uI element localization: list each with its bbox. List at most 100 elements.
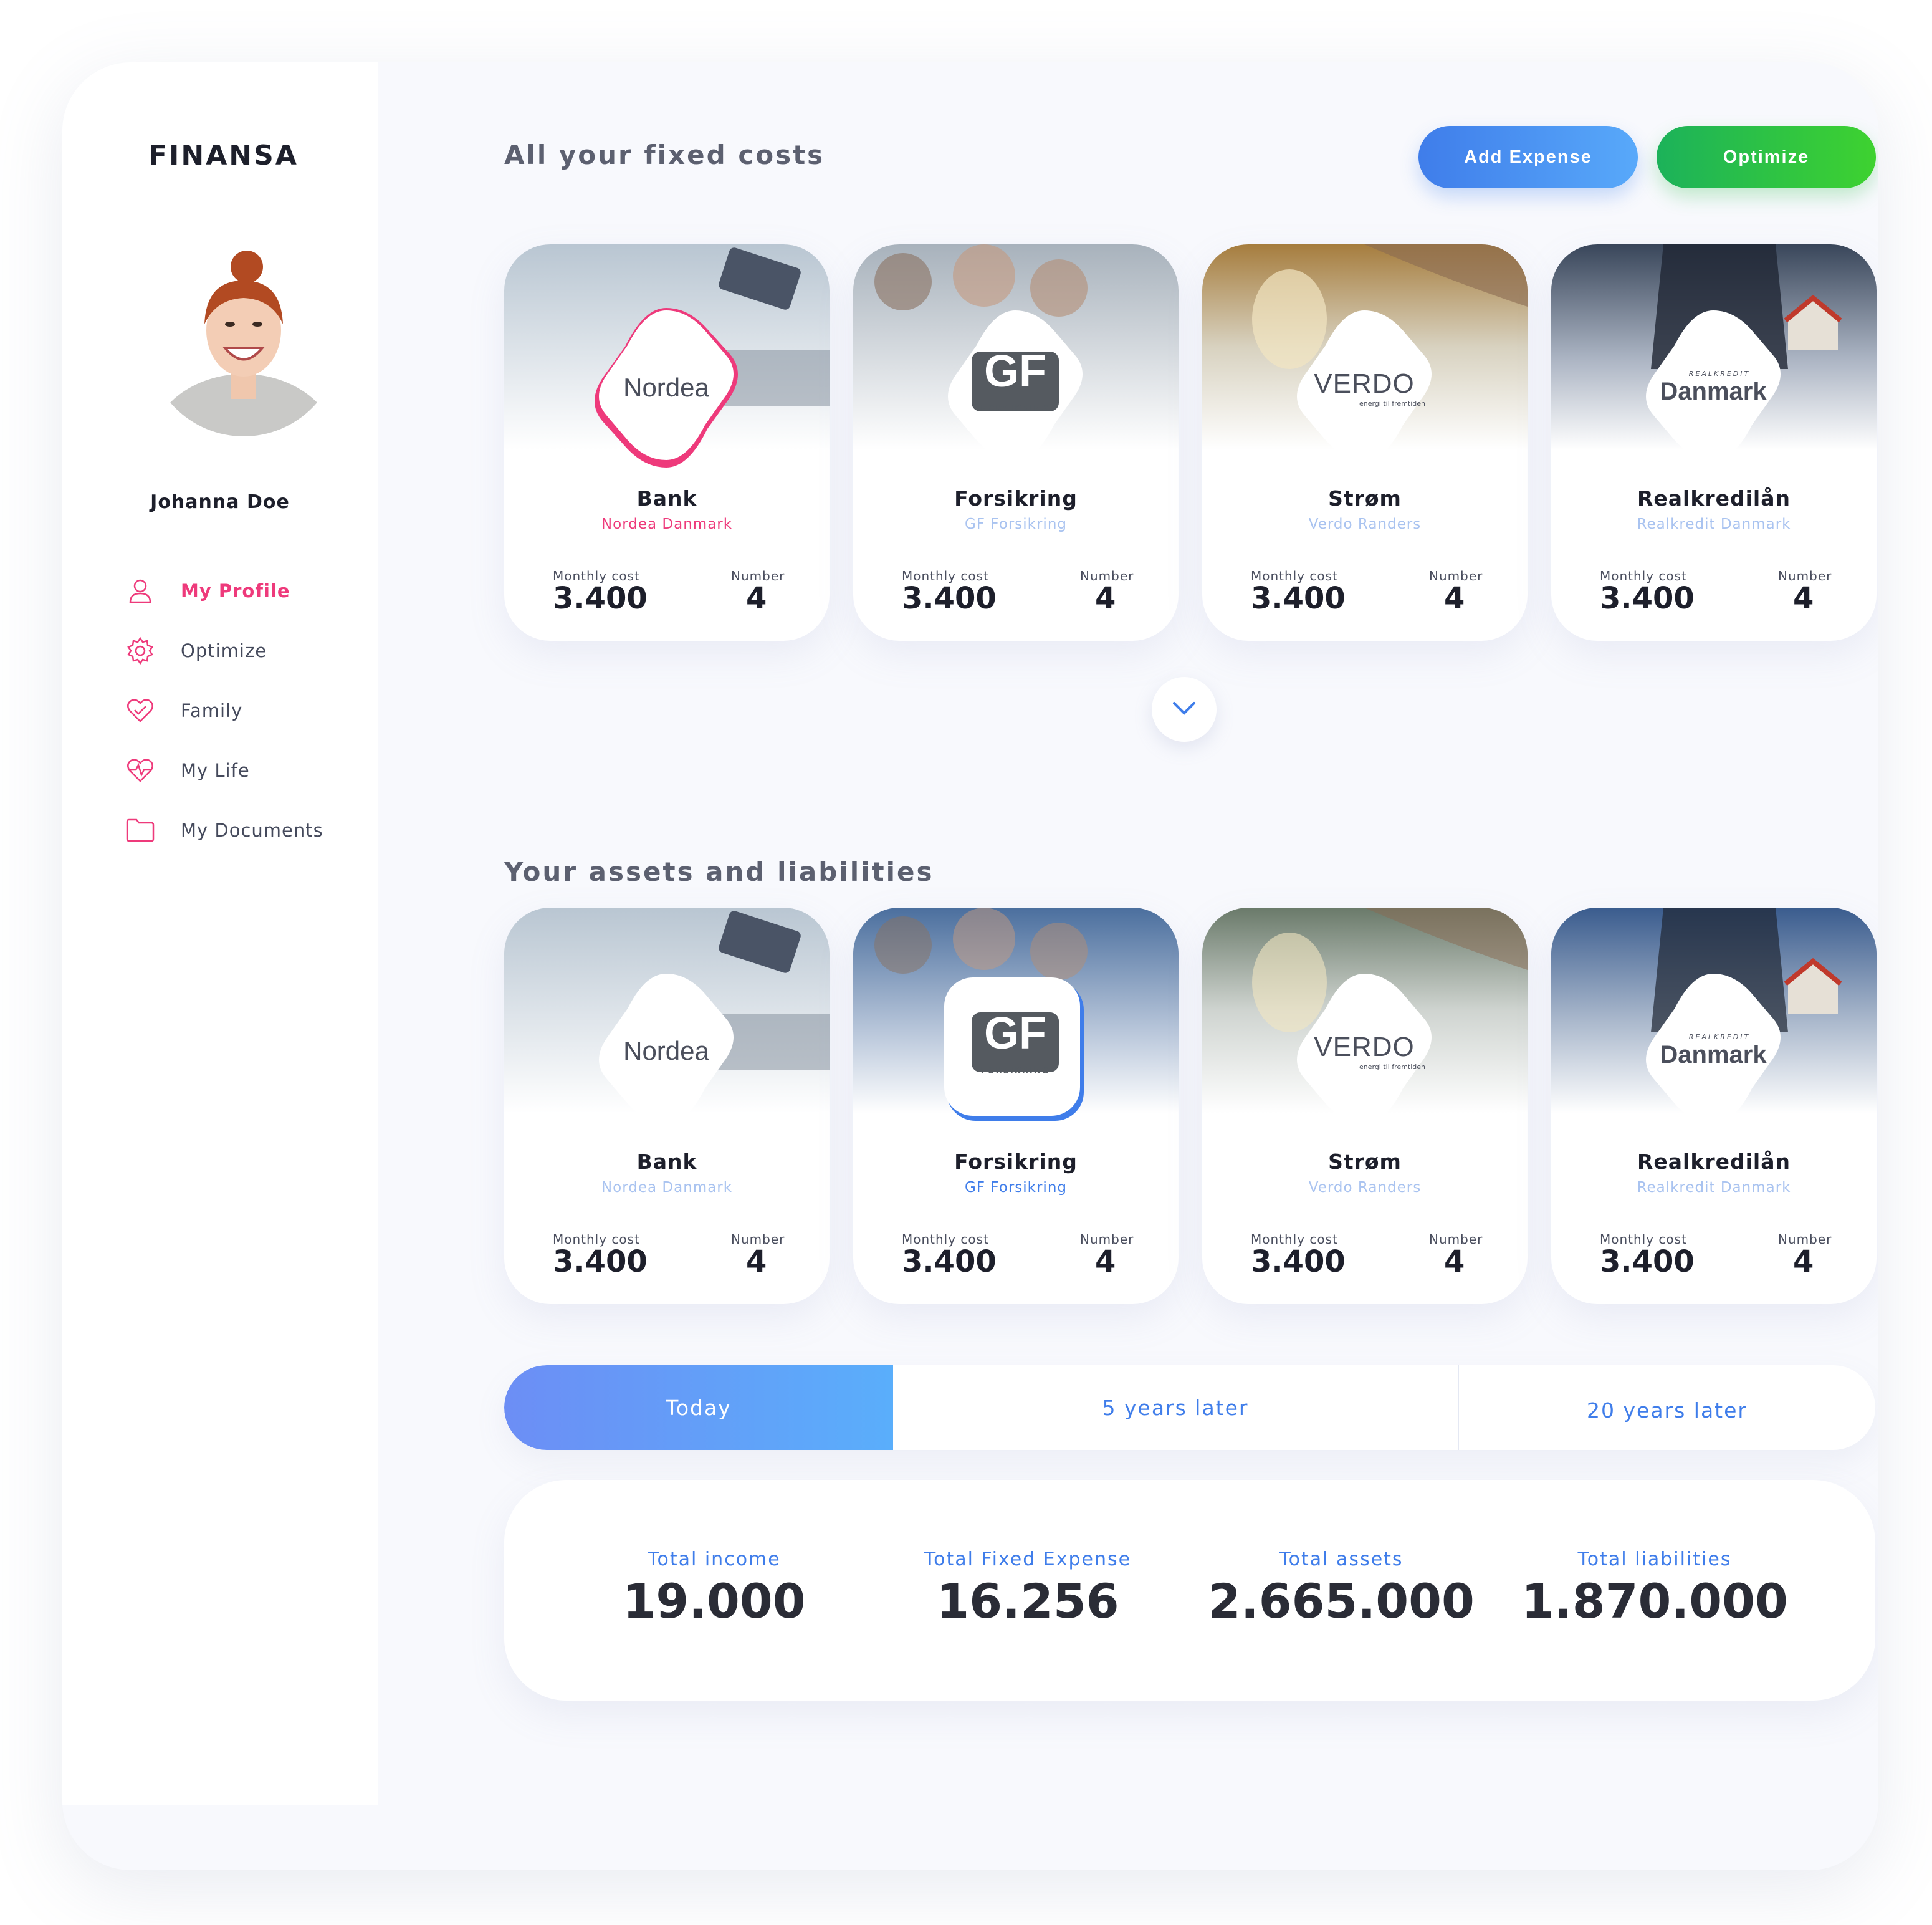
user-icon bbox=[125, 575, 156, 607]
tab-5-years-later[interactable]: 5 years later bbox=[893, 1365, 1458, 1450]
sidebar-item-my-documents[interactable]: My Documents bbox=[125, 800, 323, 860]
logo-subtext: REALKREDIT bbox=[1688, 370, 1751, 378]
sidebar-item-optimize[interactable]: Optimize bbox=[125, 621, 323, 681]
sidebar-item-label: My Life bbox=[181, 760, 250, 781]
card-title: Forsikring bbox=[954, 486, 1078, 511]
realkredit-logo: REALKREDIT Danmark bbox=[1630, 967, 1797, 1135]
card-title: Forsikring bbox=[954, 1150, 1078, 1174]
expand-button[interactable] bbox=[1152, 677, 1217, 742]
logo-wordmark: Nordea bbox=[623, 1036, 709, 1065]
sidebar-nav: My Profile Optimize Family My Life My Do… bbox=[125, 561, 323, 860]
monthly-cost-value: 3.400 bbox=[1600, 581, 1695, 616]
fixed-cost-card-bank[interactable]: Nordea Bank Nordea Danmark Monthly cost … bbox=[504, 244, 830, 641]
logo-wordmark: GF bbox=[984, 346, 1046, 396]
sidebar-item-label: Optimize bbox=[181, 640, 267, 661]
card-provider: Verdo Randers bbox=[1308, 516, 1422, 532]
nordea-logo: Nordea bbox=[583, 967, 750, 1135]
monthly-cost-value: 3.400 bbox=[1600, 1244, 1695, 1279]
monthly-cost-value: 3.400 bbox=[1251, 581, 1346, 616]
sidebar-item-family[interactable]: Family bbox=[125, 681, 323, 741]
gf-logo: GF FORSIKRING bbox=[932, 304, 1099, 471]
card-provider: Realkredit Danmark bbox=[1637, 516, 1791, 532]
app-logo[interactable]: FINANSA bbox=[148, 140, 299, 171]
card-title: Realkredilån bbox=[1637, 486, 1791, 511]
logo-wordmark: VERDO bbox=[1314, 368, 1415, 399]
total-label: Total assets bbox=[1279, 1548, 1404, 1570]
total-value: 2.665.000 bbox=[1208, 1573, 1475, 1629]
card-provider: Verdo Randers bbox=[1308, 1179, 1422, 1196]
logo-subtext: energi til fremtiden bbox=[1359, 1062, 1426, 1071]
card-title: Strøm bbox=[1328, 486, 1402, 511]
card-title: Strøm bbox=[1328, 1150, 1402, 1174]
realkredit-logo: REALKREDIT Danmark bbox=[1630, 304, 1797, 471]
user-name: Johanna Doe bbox=[150, 491, 290, 513]
fixed-cost-card-strom[interactable]: VERDO energi til fremtiden Strøm Verdo R… bbox=[1202, 244, 1528, 641]
number-value: 4 bbox=[746, 1244, 767, 1279]
sidebar-item-label: My Documents bbox=[181, 820, 323, 841]
app-window: FINANSA Johanna Doe My Profile Optimize … bbox=[62, 62, 1878, 1870]
total-value: 19.000 bbox=[623, 1573, 806, 1629]
card-provider: Realkredit Danmark bbox=[1637, 1179, 1791, 1196]
asset-card-realkredit[interactable]: REALKREDIT Danmark Realkredilån Realkred… bbox=[1551, 908, 1877, 1304]
fixed-costs-title: All your fixed costs bbox=[504, 140, 825, 170]
card-provider: Nordea Danmark bbox=[601, 516, 733, 532]
number-value: 4 bbox=[1444, 581, 1465, 616]
asset-card-strom[interactable]: VERDO energi til fremtiden Strøm Verdo R… bbox=[1202, 908, 1528, 1304]
logo-subtext: FORSIKRING bbox=[980, 1066, 1050, 1076]
number-value: 4 bbox=[746, 581, 767, 616]
verdo-logo: VERDO energi til fremtiden bbox=[1281, 304, 1448, 471]
number-value: 4 bbox=[1095, 581, 1116, 616]
number-value: 4 bbox=[1444, 1244, 1465, 1279]
asset-card-forsikring[interactable]: GF FORSIKRING Forsikring GF Forsikring M… bbox=[853, 908, 1179, 1304]
number-value: 4 bbox=[1793, 581, 1814, 616]
logo-subtext: REALKREDIT bbox=[1688, 1033, 1751, 1041]
sidebar-item-my-life[interactable]: My Life bbox=[125, 741, 323, 800]
total-label: Total liabilities bbox=[1577, 1548, 1732, 1570]
card-provider: GF Forsikring bbox=[964, 516, 1068, 532]
sidebar-item-my-profile[interactable]: My Profile bbox=[125, 561, 323, 621]
card-title: Bank bbox=[636, 1150, 697, 1174]
total-value: 16.256 bbox=[936, 1573, 1119, 1629]
sidebar-item-label: My Profile bbox=[181, 580, 290, 602]
card-title: Bank bbox=[636, 486, 697, 511]
avatar[interactable] bbox=[147, 243, 340, 436]
optimize-button[interactable]: Optimize bbox=[1657, 126, 1876, 188]
total-label: Total income bbox=[648, 1548, 781, 1570]
asset-card-bank[interactable]: Nordea Bank Nordea Danmark Monthly cost … bbox=[504, 908, 830, 1304]
monthly-cost-value: 3.400 bbox=[1251, 1244, 1346, 1279]
monthly-cost-value: 3.400 bbox=[553, 581, 648, 616]
logo-subtext: energi til fremtiden bbox=[1359, 399, 1426, 408]
totals-panel: Total income 19.000 Total Fixed Expense … bbox=[504, 1480, 1875, 1701]
gf-logo: GF FORSIKRING bbox=[932, 967, 1099, 1135]
card-provider: GF Forsikring bbox=[964, 1179, 1068, 1196]
folder-icon bbox=[125, 815, 156, 846]
main-content: All your fixed costs Add Expense Optimiz… bbox=[378, 62, 1878, 1870]
chevron-down-icon bbox=[1172, 701, 1197, 718]
sidebar: FINANSA Johanna Doe My Profile Optimize … bbox=[62, 62, 378, 1805]
fixed-cost-card-forsikring[interactable]: GF FORSIKRING Forsikring GF Forsikring M… bbox=[853, 244, 1179, 641]
total-value: 1.870.000 bbox=[1521, 1573, 1788, 1629]
logo-wordmark: GF bbox=[984, 1008, 1046, 1059]
heartbeat-icon bbox=[125, 755, 156, 786]
gear-icon bbox=[125, 635, 156, 666]
nordea-logo: Nordea bbox=[583, 304, 750, 471]
fixed-cost-card-realkredit[interactable]: REALKREDIT Danmark Realkredilån Realkred… bbox=[1551, 244, 1877, 641]
verdo-logo: VERDO energi til fremtiden bbox=[1281, 967, 1448, 1135]
total-label: Total Fixed Expense bbox=[924, 1548, 1132, 1570]
monthly-cost-value: 3.400 bbox=[902, 581, 997, 616]
add-expense-button[interactable]: Add Expense bbox=[1418, 126, 1638, 188]
card-provider: Nordea Danmark bbox=[601, 1179, 733, 1196]
logo-wordmark: Danmark bbox=[1660, 378, 1767, 405]
sidebar-item-label: Family bbox=[181, 700, 243, 721]
tab-20-years-later[interactable]: 20 years later bbox=[1459, 1365, 1875, 1450]
logo-wordmark: Danmark bbox=[1660, 1041, 1767, 1068]
assets-title: Your assets and liabilities bbox=[504, 857, 934, 887]
number-value: 4 bbox=[1793, 1244, 1814, 1279]
number-value: 4 bbox=[1095, 1244, 1116, 1279]
monthly-cost-value: 3.400 bbox=[902, 1244, 997, 1279]
timeline-tabs: Today 5 years later 20 years later bbox=[504, 1365, 1875, 1450]
logo-wordmark: VERDO bbox=[1314, 1031, 1415, 1062]
heart-icon bbox=[125, 695, 156, 726]
card-title: Realkredilån bbox=[1637, 1150, 1791, 1174]
tab-today[interactable]: Today bbox=[504, 1365, 893, 1450]
